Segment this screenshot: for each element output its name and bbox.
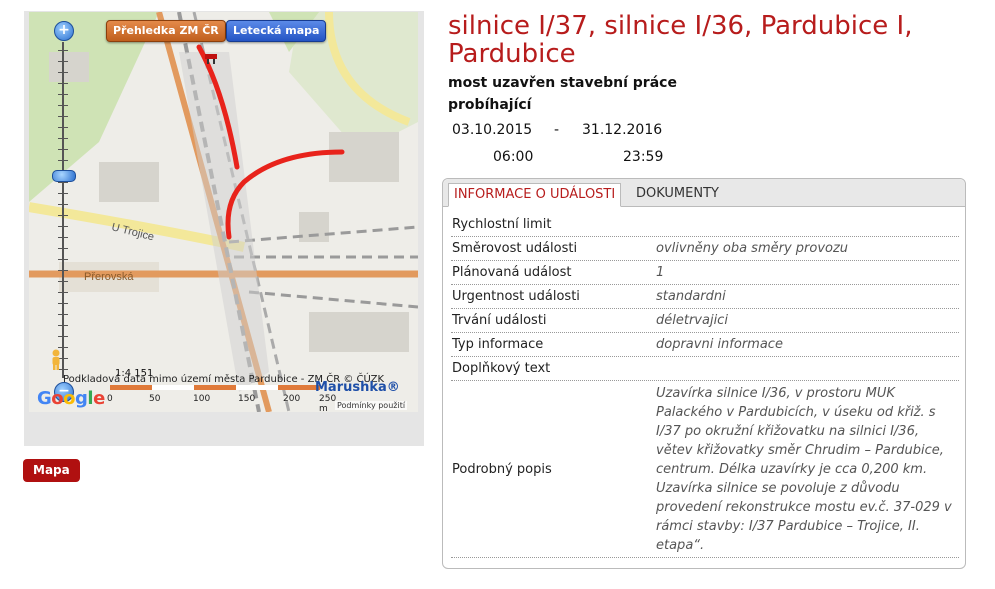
scale-bar (110, 385, 320, 390)
tab-documents[interactable]: DOKUMENTY (631, 183, 724, 205)
marushka-logo: Marushka® (315, 380, 400, 395)
pegman-icon[interactable] (50, 349, 62, 371)
event-title: silnice I/37, silnice I/36, Pardubice I,… (448, 11, 913, 69)
zoom-tick (58, 292, 68, 293)
event-status: probíhající (448, 97, 532, 113)
zoom-tick (58, 94, 68, 95)
tab-strip: INFORMACE O UDÁLOSTI DOKUMENTY (443, 179, 965, 207)
zoom-tick (58, 193, 68, 194)
building (309, 312, 409, 352)
map-viewport[interactable]: U Trojice Přerovská Přehledka ZM ČR Lete… (29, 12, 418, 412)
detail-row: Typ informace dopravni informace (451, 333, 959, 357)
overview-map-button[interactable]: Přehledka ZM ČR (106, 20, 226, 42)
detail-value (652, 368, 959, 370)
detail-value: 1 (656, 265, 665, 280)
google-logo: Google (37, 388, 105, 409)
zoom-tick (58, 259, 68, 260)
map-canvas[interactable]: U Trojice Přerovská (29, 12, 418, 412)
logo-letter: g (75, 388, 88, 409)
detail-row: Směrovost události ovlivněny oba směry pr… (451, 237, 959, 261)
building (299, 212, 329, 242)
building (329, 132, 399, 182)
logo-letter: G (37, 388, 52, 409)
time-from: 06:00 (493, 149, 534, 165)
details-table: Rychlostní limit Směrovost události ovliv… (451, 213, 959, 558)
terms-of-use-link[interactable]: Podmínky použití (335, 401, 408, 410)
scale-label: 0 (107, 394, 113, 404)
detail-row: Plánovaná událost 1 (451, 261, 959, 285)
detail-label: Směrovost události (452, 241, 578, 256)
detail-row: Doplňkový text (451, 357, 959, 381)
detail-value: dopravni informace (656, 337, 783, 352)
date-separator: - (554, 122, 560, 138)
event-subtitle: most uzavřen stavební práce (448, 75, 677, 91)
detail-label: Plánovaná událost (452, 265, 572, 280)
zoom-tick (58, 336, 68, 337)
zoom-tick (58, 347, 68, 348)
zoom-tick (58, 50, 68, 51)
zoom-slider-track[interactable] (62, 42, 64, 378)
zoom-tick (58, 270, 68, 271)
zoom-tick (58, 182, 68, 183)
logo-letter: o (63, 388, 76, 409)
time-to: 23:59 (623, 149, 664, 165)
zoom-in-button[interactable]: + (54, 21, 74, 41)
detail-label: Rychlostní limit (452, 217, 552, 232)
map-button[interactable]: Mapa (23, 459, 80, 482)
tab-event-info[interactable]: INFORMACE O UDÁLOSTI (448, 183, 622, 207)
event-info-panel: INFORMACE O UDÁLOSTI DOKUMENTY Rychlostn… (442, 178, 966, 569)
logo-letter: e (93, 388, 105, 409)
zoom-tick (58, 281, 68, 282)
zoom-tick (58, 226, 68, 227)
building (49, 52, 89, 82)
zoom-tick (58, 204, 68, 205)
railway (248, 290, 418, 309)
detail-label: Podrobný popis (452, 461, 552, 477)
detail-value: déletrvajici (656, 313, 728, 328)
zoom-tick (58, 303, 68, 304)
detail-value: ovlivněny oba směry provozu (656, 241, 849, 256)
zoom-tick (58, 237, 68, 238)
zoom-tick (58, 72, 68, 73)
detail-value (652, 224, 959, 226)
building (99, 162, 159, 202)
zoom-tick (58, 61, 68, 62)
zoom-tick (58, 105, 68, 106)
zoom-tick (58, 116, 68, 117)
scale-label: 50 (149, 394, 161, 404)
zoom-tick (58, 215, 68, 216)
detail-label: Typ informace (452, 337, 544, 352)
zoom-tick (58, 83, 68, 84)
aerial-map-button[interactable]: Letecká mapa (226, 20, 327, 42)
zoom-tick (58, 149, 68, 150)
zoom-tick (58, 248, 68, 249)
detail-label: Doplňkový text (452, 361, 551, 376)
detail-row: Podrobný popis Uzavírka silnice I/36, v p… (451, 381, 959, 558)
zoom-slider-handle[interactable] (52, 170, 76, 182)
detail-row: Urgentnost události standardni (451, 285, 959, 309)
scale-label: 150 (238, 394, 256, 404)
detail-value: standardni (656, 289, 726, 304)
detail-row: Rychlostní limit (451, 213, 959, 237)
scale-label: 200 (283, 394, 301, 404)
map-panel: U Trojice Přerovská Přehledka ZM ČR Lete… (24, 11, 424, 446)
zoom-tick (58, 325, 68, 326)
date-to: 31.12.2016 (582, 122, 663, 138)
zoom-tick (58, 127, 68, 128)
detail-label: Trvání události (452, 313, 547, 328)
detail-row: Trvání události déletrvajici (451, 309, 959, 333)
logo-letter: o (51, 388, 64, 409)
detail-label: Urgentnost události (452, 289, 580, 304)
zoom-tick (58, 160, 68, 161)
date-from: 03.10.2015 (452, 122, 533, 138)
zoom-tick (58, 314, 68, 315)
detail-value: Uzavírka silnice I/36, v prostoru MUK Pa… (656, 385, 952, 553)
street-label: Přerovská (84, 271, 134, 283)
scale-label: 100 (193, 394, 211, 404)
zoom-tick (58, 138, 68, 139)
